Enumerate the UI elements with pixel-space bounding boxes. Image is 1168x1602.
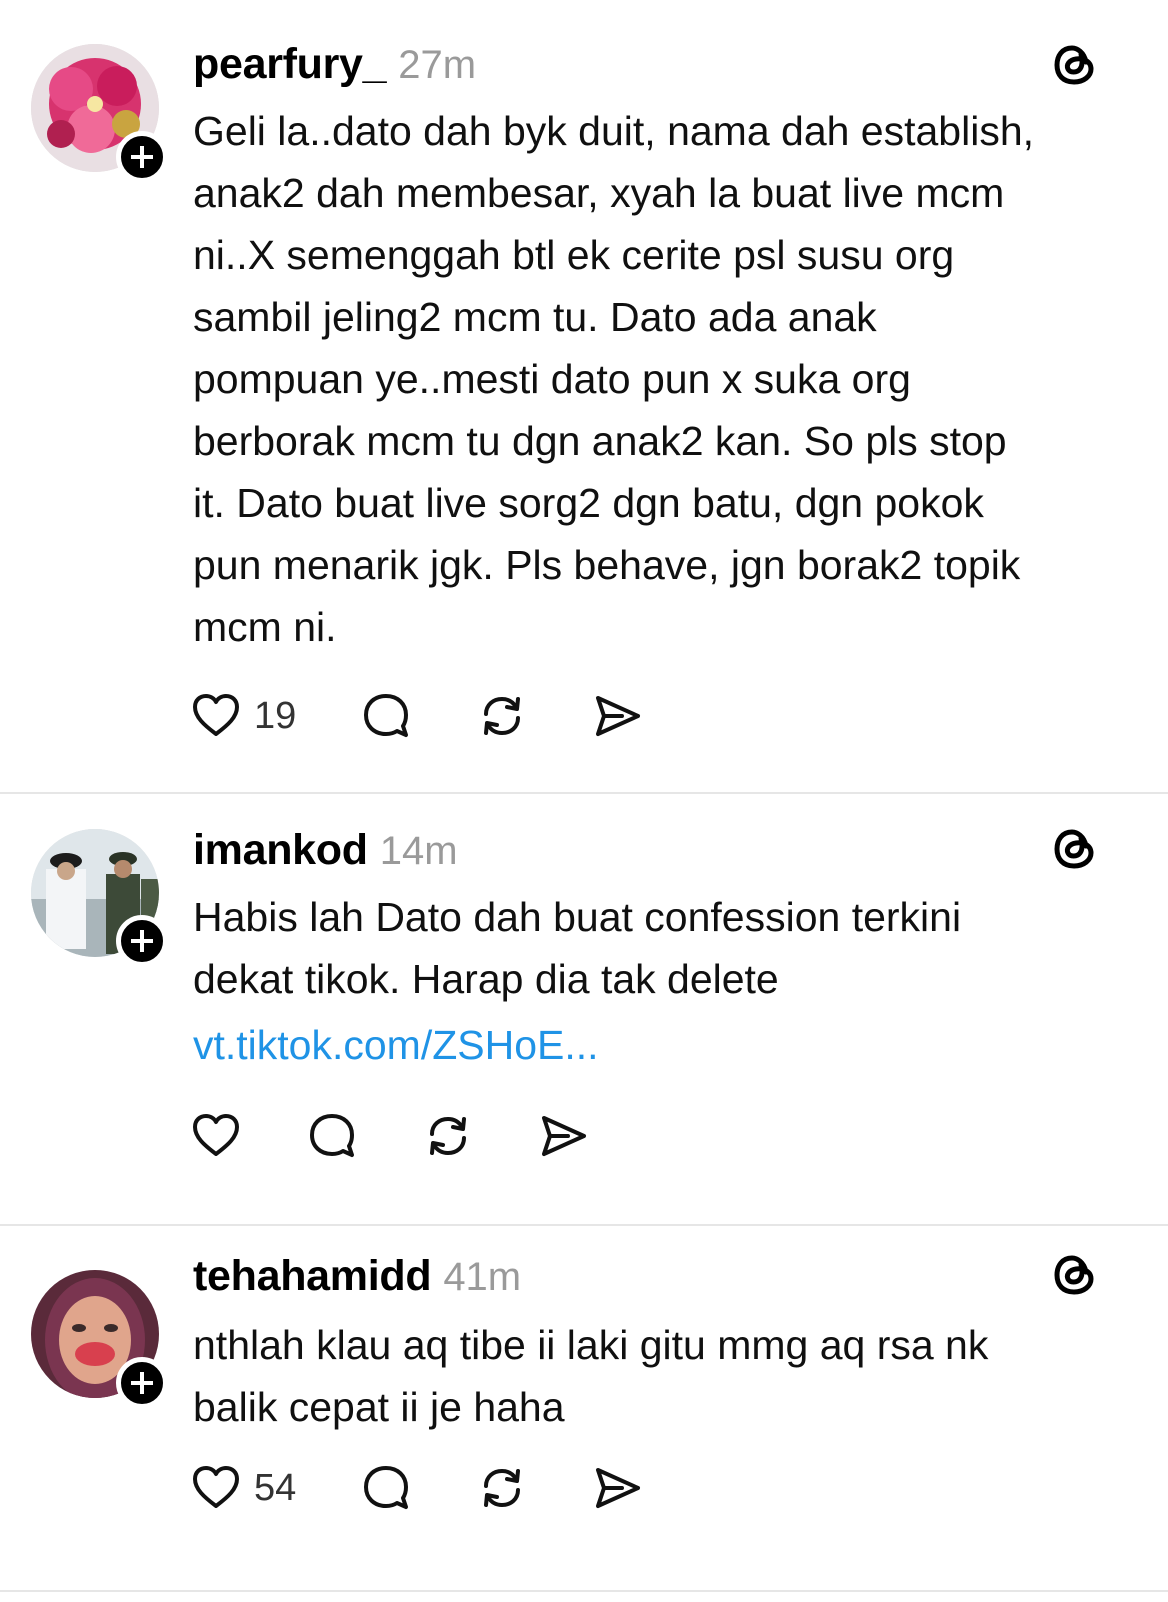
timestamp: 41m [443, 1255, 522, 1299]
share-send-icon [596, 1468, 641, 1508]
threads-feed: pearfury_ 27m Geli la..dato dah byk duit… [0, 0, 1168, 1602]
thread-post[interactable]: imankod 14m Habis lah Dato dah buat conf… [0, 794, 1168, 1224]
timestamp: 27m [398, 43, 477, 87]
share-send-icon [596, 696, 641, 736]
heart-icon [193, 1114, 239, 1156]
plus-icon [131, 1372, 153, 1394]
threads-logo-icon[interactable] [1050, 1250, 1100, 1300]
post-header: pearfury_ 27m [193, 40, 476, 90]
plus-icon [131, 930, 153, 952]
divider [0, 1590, 1168, 1592]
threads-logo-icon[interactable] [1050, 824, 1100, 874]
reply-button[interactable] [360, 1462, 412, 1514]
thread-post[interactable]: pearfury_ 27m Geli la..dato dah byk duit… [0, 0, 1168, 792]
like-count: 19 [254, 694, 297, 737]
repost-icon [484, 696, 521, 736]
heart-icon [193, 694, 239, 736]
timestamp: 14m [379, 829, 458, 873]
comment-bubble-icon [310, 1114, 354, 1157]
post-text: Habis lah Dato dah buat confession terki… [193, 894, 962, 1002]
reply-button[interactable] [306, 1110, 358, 1162]
repost-icon [430, 1116, 466, 1156]
reply-button[interactable] [360, 690, 412, 742]
post-header: imankod 14m [193, 826, 458, 876]
repost-button[interactable] [476, 1462, 528, 1514]
follow-button[interactable] [116, 1357, 168, 1409]
follow-button[interactable] [116, 131, 168, 183]
thread-post[interactable]: tehahamidd 41m nthlah klau aq tibe ii la… [0, 1226, 1168, 1590]
post-text: nthlah klau aq tibe ii laki gitu mmg aq … [193, 1322, 989, 1430]
post-text: Geli la..dato dah byk duit, nama dah est… [193, 108, 1035, 650]
username[interactable]: tehahamidd [193, 1252, 432, 1301]
like-button[interactable]: 54 [190, 1462, 296, 1514]
heart-icon [193, 1466, 239, 1508]
repost-button[interactable] [476, 690, 528, 742]
username[interactable]: imankod [193, 826, 368, 875]
share-button[interactable] [538, 1110, 590, 1162]
post-header: tehahamidd 41m [193, 1252, 521, 1302]
share-send-icon [542, 1116, 586, 1156]
share-button[interactable] [592, 690, 644, 742]
post-actions: 19 [190, 686, 708, 746]
username[interactable]: pearfury_ [193, 40, 387, 89]
post-actions [190, 1106, 654, 1166]
like-count: 54 [254, 1466, 297, 1509]
post-link[interactable]: vt.tiktok.com/ZSHoE... [193, 1014, 599, 1076]
comment-bubble-icon [364, 1466, 409, 1509]
plus-icon [131, 146, 153, 168]
repost-icon [484, 1468, 521, 1508]
repost-button[interactable] [422, 1110, 474, 1162]
like-button[interactable] [190, 1110, 242, 1162]
share-button[interactable] [592, 1462, 644, 1514]
follow-button[interactable] [116, 915, 168, 967]
like-button[interactable]: 19 [190, 690, 296, 742]
threads-logo-icon[interactable] [1050, 40, 1100, 90]
post-actions: 54 [190, 1458, 708, 1518]
comment-bubble-icon [364, 694, 409, 737]
